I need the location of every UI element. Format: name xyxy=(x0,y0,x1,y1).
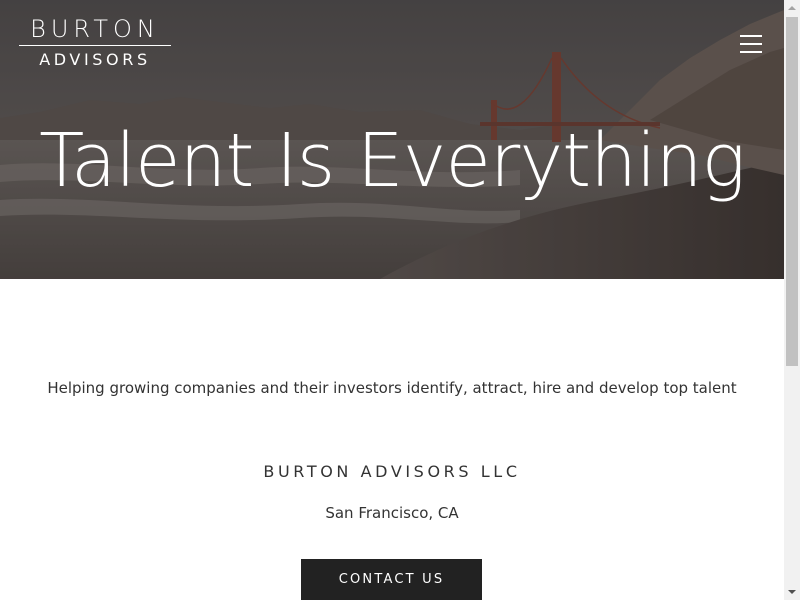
hero-banner: BURTON ADVISORS Talent Is Everything xyxy=(0,0,784,279)
contact-us-button[interactable]: CONTACT US xyxy=(301,559,482,600)
menu-bar xyxy=(740,35,762,37)
hero-title: Talent Is Everything xyxy=(39,118,746,204)
site-logo[interactable]: BURTON ADVISORS xyxy=(19,16,171,69)
logo-bottom-text: ADVISORS xyxy=(39,50,151,69)
hamburger-menu-icon[interactable] xyxy=(738,33,764,55)
scrollbar-thumb[interactable] xyxy=(786,17,798,366)
logo-top-text: BURTON xyxy=(30,15,160,43)
company-location: San Francisco, CA xyxy=(325,504,459,522)
menu-bar xyxy=(740,43,762,45)
tagline: Helping growing companies and their inve… xyxy=(47,379,737,397)
scroll-up-arrow-icon[interactable] xyxy=(784,0,800,16)
logo-divider xyxy=(19,45,171,46)
vertical-scrollbar[interactable] xyxy=(784,0,800,600)
menu-bar xyxy=(740,51,762,53)
scroll-down-arrow-icon[interactable] xyxy=(784,584,800,600)
company-name: BURTON ADVISORS LLC xyxy=(263,462,521,481)
